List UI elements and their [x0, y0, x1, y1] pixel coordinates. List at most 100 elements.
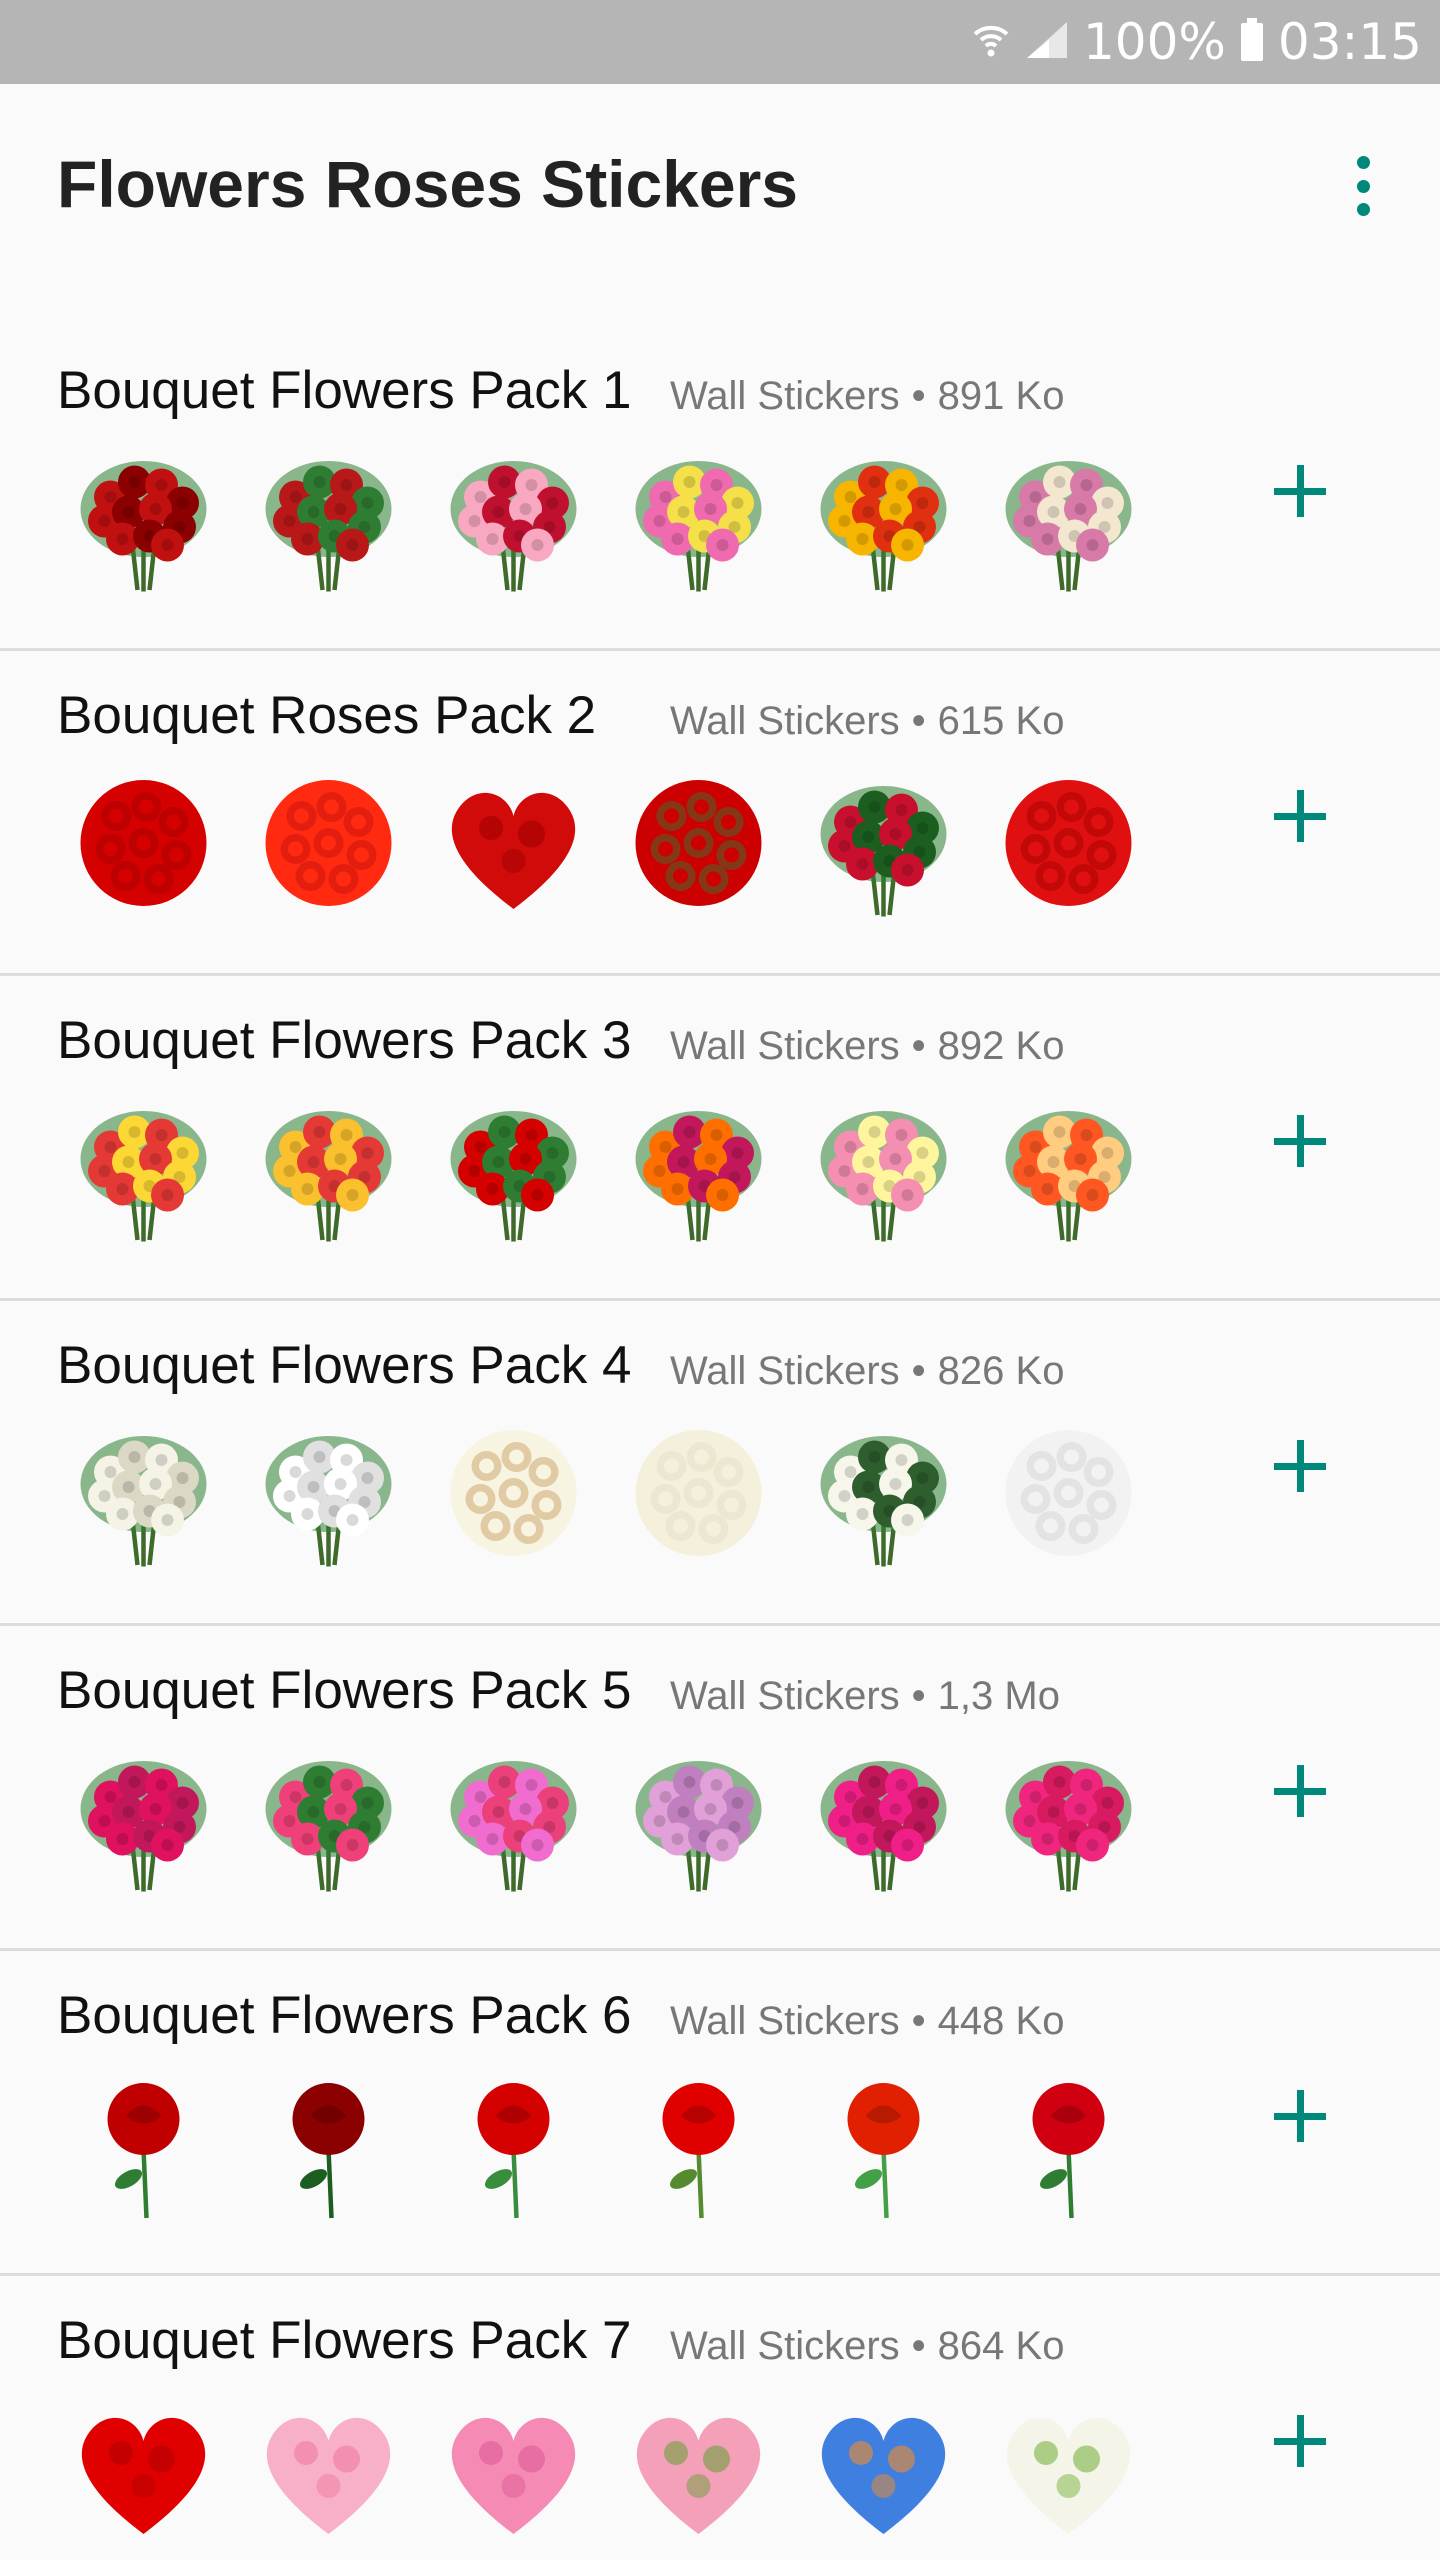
clock: 03:15 — [1277, 13, 1422, 71]
status-bar: 100% 03:15 — [0, 0, 1440, 84]
pack-name: Bouquet Flowers Pack 1 — [57, 361, 632, 420]
sticker-thumbnail — [802, 446, 965, 596]
pack-size: 615 Ko — [937, 699, 1065, 743]
sticker-thumbnail — [802, 2396, 965, 2546]
pack-size: 1,3 Mo — [937, 1674, 1060, 1718]
sticker-thumbnail — [617, 2396, 780, 2546]
sticker-thumbnail — [802, 1096, 965, 1246]
separator-dot: • — [911, 699, 926, 743]
pack-size: 891 Ko — [937, 374, 1065, 418]
sticker-thumbnail — [987, 1421, 1150, 1571]
add-pack-icon[interactable] — [1270, 1436, 1330, 1496]
pack-size: 826 Ko — [937, 1349, 1065, 1393]
separator-dot: • — [911, 1999, 926, 2043]
sticker-thumbnail — [247, 446, 410, 596]
sticker-pack-row[interactable]: Bouquet Flowers Pack 4 Wall Stickers • 826 … — [0, 1301, 1440, 1626]
sticker-thumbnail — [62, 1421, 225, 1571]
sticker-pack-row[interactable]: Bouquet Roses Pack 2 Wall Stickers • 615 Ko — [0, 651, 1440, 976]
add-pack-icon[interactable] — [1270, 786, 1330, 846]
sticker-thumbnail — [617, 446, 780, 596]
signal-icon — [1025, 20, 1069, 65]
pack-meta: Wall Stickers • 864 Ko — [670, 2324, 1064, 2369]
sticker-thumbnail — [247, 1421, 410, 1571]
sticker-pack-row[interactable]: Bouquet Flowers Pack 5 Wall Stickers • 1,3 … — [0, 1626, 1440, 1951]
pack-meta: Wall Stickers • 826 Ko — [670, 1349, 1064, 1394]
separator-dot: • — [911, 374, 926, 418]
add-pack-icon[interactable] — [1270, 2411, 1330, 2471]
sticker-thumbnail — [432, 2071, 595, 2221]
battery-level: 100% — [1082, 13, 1226, 71]
pack-header: Bouquet Flowers Pack 1 — [57, 360, 631, 421]
sticker-thumbnail — [987, 1096, 1150, 1246]
pack-size: 892 Ko — [937, 1024, 1065, 1068]
pack-publisher: Wall Stickers — [670, 1674, 900, 1718]
overflow-menu-icon[interactable] — [1340, 146, 1386, 226]
sticker-pack-row[interactable]: Bouquet Flowers Pack 1 Wall Stickers • 891 … — [0, 326, 1440, 651]
sticker-thumbnail — [432, 1746, 595, 1896]
sticker-thumbnail — [432, 446, 595, 596]
sticker-thumbnail — [62, 771, 225, 921]
pack-size: 448 Ko — [937, 1999, 1065, 2043]
separator-dot: • — [911, 1674, 926, 1718]
pack-publisher: Wall Stickers — [670, 374, 900, 418]
sticker-thumbnail — [802, 771, 965, 921]
pack-name: Bouquet Flowers Pack 3 — [57, 1011, 632, 1070]
sticker-thumbnail — [432, 2396, 595, 2546]
sticker-thumbnail — [987, 2396, 1150, 2546]
sticker-thumbnail — [802, 2071, 965, 2221]
sticker-thumbnail — [62, 1746, 225, 1896]
add-pack-icon[interactable] — [1270, 2086, 1330, 2146]
sticker-thumbnail — [802, 1746, 965, 1896]
pack-publisher: Wall Stickers — [670, 1349, 900, 1393]
pack-publisher: Wall Stickers — [670, 699, 900, 743]
sticker-pack-row[interactable]: Bouquet Flowers Pack 7 Wall Stickers • 864 … — [0, 2276, 1440, 2560]
sticker-thumbnail — [432, 1096, 595, 1246]
sticker-preview-row — [62, 2071, 1172, 2221]
add-pack-icon[interactable] — [1270, 1111, 1330, 1171]
sticker-thumbnail — [247, 1746, 410, 1896]
sticker-thumbnail — [62, 2071, 225, 2221]
separator-dot: • — [911, 1349, 926, 1393]
sticker-thumbnail — [802, 1421, 965, 1571]
pack-header: Bouquet Flowers Pack 5 — [57, 1660, 631, 1721]
app-title: Flowers Roses Stickers — [57, 147, 799, 221]
sticker-thumbnail — [247, 771, 410, 921]
sticker-thumbnail — [987, 771, 1150, 921]
sticker-pack-row[interactable]: Bouquet Flowers Pack 6 Wall Stickers • 448 … — [0, 1951, 1440, 2276]
app-bar: Flowers Roses Stickers — [0, 84, 1440, 284]
pack-header: Bouquet Roses Pack 2 — [57, 685, 596, 746]
pack-header: Bouquet Flowers Pack 3 — [57, 1010, 631, 1071]
sticker-preview-row — [62, 1096, 1172, 1246]
sticker-pack-row[interactable]: Bouquet Flowers Pack 3 Wall Stickers • 892 … — [0, 976, 1440, 1301]
sticker-thumbnail — [247, 2071, 410, 2221]
pack-meta: Wall Stickers • 891 Ko — [670, 374, 1064, 419]
pack-meta: Wall Stickers • 448 Ko — [670, 1999, 1064, 2044]
sticker-thumbnail — [617, 2071, 780, 2221]
pack-meta: Wall Stickers • 615 Ko — [670, 699, 1064, 744]
pack-name: Bouquet Flowers Pack 6 — [57, 1986, 632, 2045]
add-pack-icon[interactable] — [1270, 461, 1330, 521]
add-pack-icon[interactable] — [1270, 1761, 1330, 1821]
pack-publisher: Wall Stickers — [670, 2324, 900, 2368]
pack-name: Bouquet Flowers Pack 4 — [57, 1336, 632, 1395]
sticker-thumbnail — [987, 446, 1150, 596]
sticker-preview-row — [62, 446, 1172, 596]
sticker-thumbnail — [247, 2396, 410, 2546]
pack-name: Bouquet Roses Pack 2 — [57, 686, 597, 745]
sticker-thumbnail — [432, 771, 595, 921]
sticker-preview-row — [62, 1746, 1172, 1896]
pack-meta: Wall Stickers • 1,3 Mo — [670, 1674, 1060, 1719]
sticker-thumbnail — [617, 1421, 780, 1571]
sticker-thumbnail — [987, 2071, 1150, 2221]
separator-dot: • — [911, 2324, 926, 2368]
sticker-thumbnail — [62, 446, 225, 596]
pack-publisher: Wall Stickers — [670, 1999, 900, 2043]
sticker-thumbnail — [987, 1746, 1150, 1896]
sticker-thumbnail — [432, 1421, 595, 1571]
pack-name: Bouquet Flowers Pack 7 — [57, 2311, 632, 2370]
separator-dot: • — [911, 1024, 926, 1068]
sticker-preview-row — [62, 1421, 1172, 1571]
pack-publisher: Wall Stickers — [670, 1024, 900, 1068]
pack-header: Bouquet Flowers Pack 6 — [57, 1985, 631, 2046]
battery-icon — [1240, 17, 1264, 67]
